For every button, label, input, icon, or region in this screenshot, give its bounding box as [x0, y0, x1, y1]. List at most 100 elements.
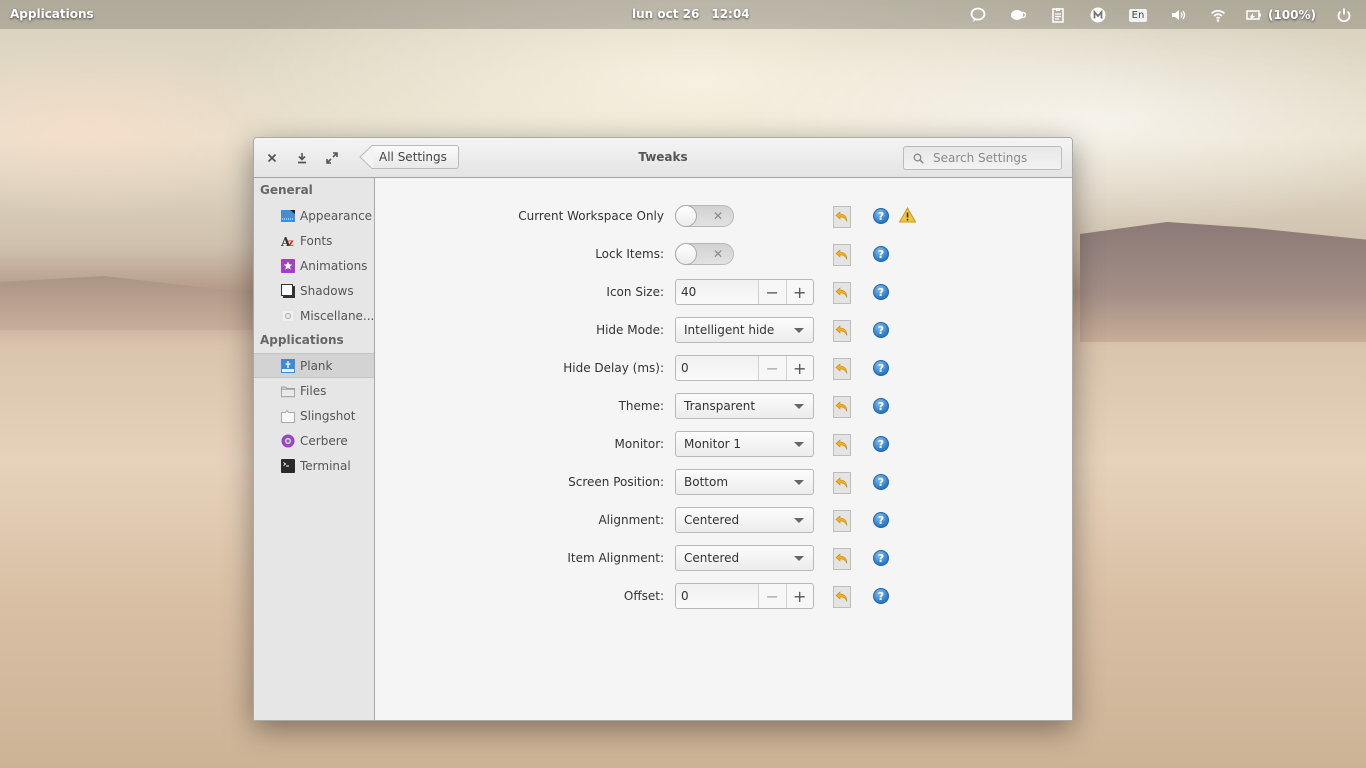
sidebar-item-label: Fonts — [300, 233, 333, 248]
terminal-icon — [281, 458, 295, 473]
setting-label: Theme: — [618, 399, 664, 413]
mail-indicator[interactable] — [1086, 5, 1110, 25]
caffeine-indicator[interactable] — [1006, 5, 1030, 25]
plank-icon — [281, 358, 295, 373]
sidebar-item-fonts[interactable]: Az Fonts — [254, 228, 374, 253]
battery-indicator[interactable]: (100%) — [1246, 5, 1316, 25]
sidebar-item-appearance[interactable]: Appearance — [254, 203, 374, 228]
reset-button[interactable] — [833, 206, 851, 228]
increment-button[interactable]: + — [785, 584, 813, 608]
setting-label: Lock Items: — [595, 247, 664, 261]
sidebar-item-terminal[interactable]: Terminal — [254, 453, 374, 478]
switch-knob[interactable] — [675, 205, 697, 227]
power-indicator[interactable] — [1332, 5, 1356, 25]
reset-button[interactable] — [833, 244, 851, 266]
reset-button[interactable] — [833, 472, 851, 494]
decrement-button[interactable]: − — [758, 356, 786, 380]
search-icon — [913, 153, 924, 164]
wallpaper-dune-left — [0, 276, 260, 330]
reset-button[interactable] — [833, 586, 851, 608]
clipboard-indicator[interactable] — [1046, 5, 1070, 25]
monitor-dropdown[interactable]: Monitor 1 — [675, 431, 814, 457]
help-icon[interactable]: ? — [873, 360, 889, 376]
switch-knob[interactable] — [675, 243, 697, 265]
switch-off-icon: ✕ — [713, 209, 724, 223]
reset-button[interactable] — [833, 396, 851, 418]
setting-row-alignment: Alignment: Centered ? — [375, 507, 1072, 533]
screen-position-dropdown[interactable]: Bottom — [675, 469, 814, 495]
sidebar-item-miscellaneous[interactable]: Miscellane... — [254, 303, 374, 328]
reset-button[interactable] — [833, 548, 851, 570]
icon-size-input[interactable] — [676, 280, 758, 304]
decrement-button[interactable]: − — [758, 584, 786, 608]
chat-indicator[interactable] — [966, 5, 990, 25]
setting-row-theme: Theme: Transparent ? — [375, 393, 1072, 419]
theme-dropdown[interactable]: Transparent — [675, 393, 814, 419]
help-icon[interactable]: ? — [873, 208, 889, 224]
setting-label: Alignment: — [598, 513, 664, 527]
search-input[interactable] — [933, 151, 1053, 165]
shadows-icon — [281, 283, 295, 298]
reset-button[interactable] — [833, 358, 851, 380]
reset-icon — [835, 401, 848, 412]
sidebar-item-label: Plank — [300, 358, 333, 373]
sidebar-item-animations[interactable]: Animations — [254, 253, 374, 278]
offset-spinbutton[interactable]: − + — [675, 583, 814, 609]
help-icon[interactable]: ? — [873, 246, 889, 262]
sidebar-item-files[interactable]: Files — [254, 378, 374, 403]
sidebar-item-shadows[interactable]: Shadows — [254, 278, 374, 303]
reset-button[interactable] — [833, 434, 851, 456]
hide-mode-dropdown[interactable]: Intelligent hide — [675, 317, 814, 343]
dropdown-value: Transparent — [684, 399, 756, 413]
icon-size-spinbutton[interactable]: − + — [675, 279, 814, 305]
keyboard-layout-indicator[interactable]: En — [1126, 5, 1150, 25]
caffeine-cup-icon — [1010, 10, 1026, 20]
help-icon[interactable]: ? — [873, 588, 889, 604]
reset-button[interactable] — [833, 282, 851, 304]
decrement-button[interactable]: − — [758, 280, 786, 304]
help-icon[interactable]: ? — [873, 550, 889, 566]
help-icon[interactable]: ? — [873, 512, 889, 528]
setting-label: Item Alignment: — [567, 551, 664, 565]
increment-button[interactable]: + — [785, 280, 813, 304]
lock-items-switch[interactable]: ✕ — [675, 243, 734, 265]
volume-indicator[interactable] — [1166, 5, 1190, 25]
reset-icon — [835, 439, 848, 450]
wifi-indicator[interactable] — [1206, 5, 1230, 25]
sidebar-item-plank[interactable]: Plank — [254, 353, 374, 378]
item-alignment-dropdown[interactable]: Centered — [675, 545, 814, 571]
time-label: 12:04 — [711, 7, 750, 21]
help-icon[interactable]: ? — [873, 436, 889, 452]
battery-percentage: (100%) — [1267, 8, 1316, 22]
sidebar-item-label: Slingshot — [300, 408, 356, 423]
help-icon[interactable]: ? — [873, 474, 889, 490]
folder-icon — [281, 386, 295, 397]
offset-input[interactable] — [676, 584, 758, 608]
reset-button[interactable] — [833, 320, 851, 342]
applications-menu[interactable]: Applications — [10, 7, 94, 21]
sidebar: General Appearance Az Fonts Animations S… — [254, 178, 375, 720]
warning-icon — [899, 207, 916, 223]
hide-delay-ms-input[interactable] — [676, 356, 758, 380]
increment-button[interactable]: + — [785, 356, 813, 380]
hide-delay-ms-spinbutton[interactable]: − + — [675, 355, 814, 381]
dropdown-arrow-icon — [794, 518, 804, 523]
alignment-dropdown[interactable]: Centered — [675, 507, 814, 533]
battery-icon — [1246, 10, 1261, 20]
reset-button[interactable] — [833, 510, 851, 532]
help-icon[interactable]: ? — [873, 322, 889, 338]
sidebar-item-slingshot[interactable]: Slingshot — [254, 403, 374, 428]
reset-icon — [835, 249, 848, 260]
sidebar-item-cerbere[interactable]: Cerbere — [254, 428, 374, 453]
help-icon[interactable]: ? — [873, 398, 889, 414]
volume-icon — [1171, 10, 1186, 20]
tweaks-window: All Settings Tweaks General Appearance A… — [253, 137, 1073, 721]
clock[interactable]: lun oct 26 12:04 — [632, 7, 750, 21]
reset-icon — [835, 211, 848, 222]
setting-row-screen-position: Screen Position: Bottom ? — [375, 469, 1072, 495]
settings-content: Current Workspace Only ✕ ? Lock Items: ✕… — [375, 178, 1072, 720]
current-workspace-only-switch[interactable]: ✕ — [675, 205, 734, 227]
help-icon[interactable]: ? — [873, 284, 889, 300]
search-field[interactable] — [903, 146, 1062, 170]
wallpaper-dune — [1080, 222, 1366, 342]
